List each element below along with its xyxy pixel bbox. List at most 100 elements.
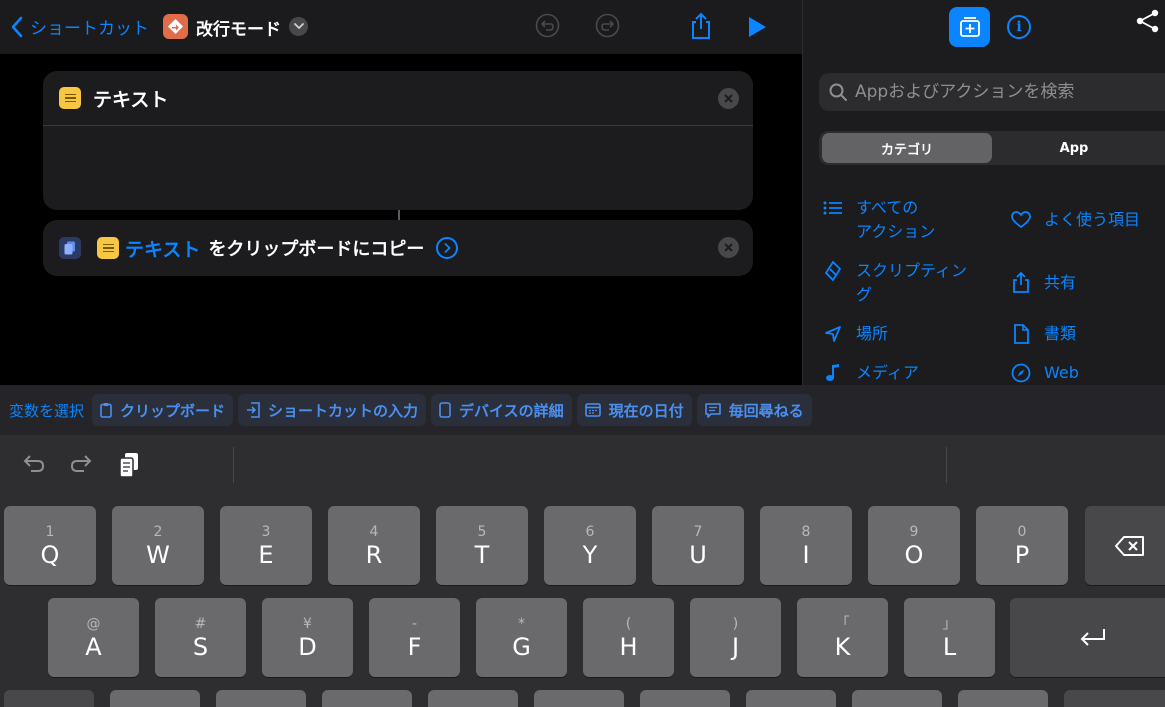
undo-icon[interactable] [22,454,46,478]
shortcut-icon[interactable] [163,14,188,39]
category-all-actions[interactable]: すべての アクション [822,196,935,244]
delete-key[interactable] [1085,506,1165,585]
category-favorites[interactable]: よく使う項目 [1010,208,1140,232]
variable-chip-device-details[interactable]: デバイスの詳細 [431,394,572,426]
key-f[interactable]: -F [369,598,460,677]
key-d[interactable]: ¥ D [262,598,353,677]
key-a[interactable]: @ A [48,598,139,677]
key-t[interactable]: 5T [436,506,528,585]
compass-icon [1010,361,1032,385]
action-library-tab[interactable] [949,7,990,47]
chip-label: デバイスの詳細 [459,401,564,420]
return-key[interactable] [1010,598,1165,677]
text-action-header: テキスト [43,71,753,126]
keyboard-key[interactable] [534,690,624,707]
category-web[interactable]: Web [1010,361,1079,385]
key-hint: 「 [835,615,850,632]
undo-icon[interactable] [535,13,560,42]
key-hint: 3 [261,523,271,540]
key-letter: H [619,632,638,661]
key-hint: ¥ [303,615,312,632]
category-label: 場所 [856,324,889,343]
key-letter: J [731,632,740,661]
remove-action-button[interactable] [718,237,739,258]
paste-icon[interactable] [117,451,141,483]
shift-key[interactable] [1064,690,1165,707]
keyboard-key[interactable] [746,690,836,707]
keyboard-key[interactable] [216,690,306,707]
shift-key[interactable] [4,690,94,707]
keyboard-key[interactable] [852,690,942,707]
key-p[interactable]: 0P [976,506,1068,585]
variable-chip-shortcut-input[interactable]: ショートカットの入力 [238,394,427,426]
action-search-field[interactable] [819,73,1165,111]
toolbar-divider [233,447,234,483]
keyboard-key[interactable] [322,690,412,707]
key-hint: 5 [477,523,487,540]
keyboard-shortcut-bar [0,435,1165,497]
info-icon[interactable]: i [1007,15,1031,39]
list-icon [822,196,844,220]
key-l[interactable]: 」 L [904,598,995,677]
chevron-down-icon[interactable] [289,17,308,36]
key-hint: 8 [801,523,811,540]
key-r[interactable]: 4R [328,506,420,585]
category-label-line2: グ [856,285,873,304]
key-letter: L [942,632,957,661]
category-label: 書類 [1044,324,1077,343]
variable-chip-clipboard[interactable]: クリップボード [92,394,234,426]
select-variable-button[interactable]: 変数を選択 [9,400,84,421]
key-j[interactable]: ) J [690,598,781,677]
variable-label: テキスト [125,238,201,261]
remove-action-button[interactable] [718,88,739,109]
key-u[interactable]: 7U [652,506,744,585]
play-icon[interactable] [747,16,767,42]
key-h[interactable]: (H [583,598,674,677]
shortcut-title[interactable]: 改行モード [196,15,281,40]
category-media[interactable]: メディア [822,361,919,385]
key-hint: 9 [909,523,919,540]
key-w[interactable]: 2W [112,506,204,585]
on-screen-keyboard: 1Q2W3E4R5T6Y7U8I9O0P @ A # S ¥ D - F * G(H) J 「K」 L [0,435,1165,707]
key-i[interactable]: 8I [760,506,852,585]
text-input-area[interactable] [43,126,753,208]
share-icon[interactable] [689,12,713,44]
keyboard-key[interactable] [958,690,1048,707]
share-nodes-icon[interactable] [1135,8,1161,38]
redo-icon[interactable] [69,454,93,478]
key-s[interactable]: # S [155,598,246,677]
text-variable-token[interactable]: テキスト [97,235,200,262]
segment-category[interactable]: カテゴリ [822,133,992,163]
keyboard-key[interactable] [640,690,730,707]
chip-label: 毎回尋ねる [728,401,804,420]
key-letter: E [258,540,274,569]
category-scripting[interactable]: スクリプティング [822,259,967,307]
category-location[interactable]: 場所 [822,322,888,346]
search-input[interactable] [855,82,1155,102]
back-label: ショートカット [30,19,149,39]
redo-icon[interactable] [595,13,620,42]
key-q[interactable]: 1Q [4,506,96,585]
segment-app[interactable]: App [994,133,1154,163]
key-o[interactable]: 9O [868,506,960,585]
category-documents[interactable]: 書類 [1010,322,1076,346]
key-g[interactable]: * G [476,598,567,677]
chevron-right-icon[interactable] [436,237,459,259]
category-label: スクリプティン [856,261,968,280]
key-letter: S [192,632,209,661]
category-sharing[interactable]: 共有 [1010,271,1076,295]
variable-chip-current-date[interactable]: 現在の日付 [576,394,692,426]
keyboard-key[interactable] [428,690,518,707]
back-button[interactable]: ショートカット [10,14,149,39]
key-y[interactable]: 6Y [544,506,636,585]
category-label: メディア [856,363,919,382]
key-hint: 7 [693,523,703,540]
key-hint: 0 [1017,523,1027,540]
copy-to-clipboard-card[interactable]: テキスト をクリップボードにコピー [43,220,753,276]
keyboard-key[interactable] [110,690,200,707]
music-icon [822,361,844,385]
text-action-card[interactable]: テキスト [43,71,753,210]
key-k[interactable]: 「K [797,598,888,677]
variable-chip-ask-each-time[interactable]: 毎回尋ねる [696,394,812,426]
key-e[interactable]: 3E [220,506,312,585]
